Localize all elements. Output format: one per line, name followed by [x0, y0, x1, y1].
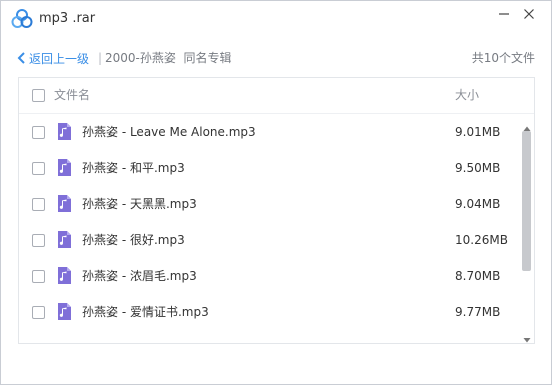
file-checkbox[interactable] — [32, 234, 45, 247]
file-checkbox[interactable] — [32, 126, 45, 139]
scrollbar-thumb[interactable] — [522, 131, 531, 271]
file-list-panel: 文件名 大小 孙燕姿 - Leave Me Alone.mp3 9.01MB 孙… — [18, 77, 535, 344]
close-icon — [524, 9, 534, 19]
breadcrumb-separator: | — [98, 51, 103, 65]
window-title: mp3 .rar — [39, 11, 96, 26]
file-name: 孙燕姿 - 和平.mp3 — [82, 161, 185, 175]
close-button[interactable] — [518, 3, 540, 25]
music-file-icon — [57, 231, 71, 248]
file-list: 孙燕姿 - Leave Me Alone.mp3 9.01MB 孙燕姿 - 和平… — [19, 114, 519, 343]
title-bar: mp3 .rar — [1, 1, 551, 37]
minimize-icon — [499, 13, 509, 15]
scroll-down-arrow-icon[interactable] — [523, 329, 531, 343]
file-size: 9.50MB — [455, 161, 501, 175]
file-count: 共10个文件 — [471, 51, 535, 65]
back-to-parent-link[interactable]: 返回上一级 — [17, 49, 89, 67]
file-size: 9.04MB — [455, 197, 501, 211]
minimize-button[interactable] — [493, 3, 515, 25]
file-name: 孙燕姿 - 浓眉毛.mp3 — [82, 269, 197, 283]
cloud-drive-logo-icon — [11, 8, 33, 30]
file-checkbox[interactable] — [32, 270, 45, 283]
file-checkbox[interactable] — [32, 306, 45, 319]
select-all-checkbox[interactable] — [32, 89, 45, 102]
chevron-left-icon — [17, 52, 25, 64]
column-header-size: 大小 — [455, 88, 480, 102]
file-name: 孙燕姿 - 爱情证书.mp3 — [82, 305, 209, 319]
column-header-name: 文件名 — [54, 88, 91, 102]
navigation-bar: 返回上一级 | 2000-孙燕姿 同名专辑 共10个文件 — [1, 37, 551, 77]
file-name: 孙燕姿 - Leave Me Alone.mp3 — [82, 125, 256, 139]
file-name: 孙燕姿 - 天黑黑.mp3 — [82, 197, 197, 211]
music-file-icon — [57, 123, 71, 140]
music-file-icon — [57, 303, 71, 320]
file-size: 9.77MB — [455, 305, 501, 319]
list-header: 文件名 大小 — [19, 78, 534, 114]
music-file-icon — [57, 195, 71, 212]
file-row[interactable]: 孙燕姿 - 爱情证书.mp3 9.77MB — [19, 294, 519, 330]
file-size: 9.01MB — [455, 125, 501, 139]
music-file-icon — [57, 159, 71, 176]
file-checkbox[interactable] — [32, 198, 45, 211]
file-row[interactable]: 孙燕姿 - Leave Me Alone.mp3 9.01MB — [19, 114, 519, 150]
vertical-scrollbar[interactable] — [520, 114, 534, 343]
file-checkbox[interactable] — [32, 162, 45, 175]
file-size: 8.70MB — [455, 269, 501, 283]
file-row[interactable]: 孙燕姿 - 很好.mp3 10.26MB — [19, 222, 519, 258]
file-row[interactable]: 孙燕姿 - 和平.mp3 9.50MB — [19, 150, 519, 186]
file-preview-window: mp3 .rar 返回上一级 | 2000-孙燕姿 同名专辑 共10个文件 文件 — [0, 0, 552, 385]
file-row[interactable]: 孙燕姿 - 天黑黑.mp3 9.04MB — [19, 186, 519, 222]
music-file-icon — [57, 267, 71, 284]
file-size: 10.26MB — [455, 233, 508, 247]
current-folder-name: 2000-孙燕姿 同名专辑 — [105, 51, 232, 65]
back-link-label: 返回上一级 — [29, 51, 90, 66]
file-name: 孙燕姿 - 很好.mp3 — [82, 233, 185, 247]
file-row[interactable]: 孙燕姿 - 浓眉毛.mp3 8.70MB — [19, 258, 519, 294]
scroll-up-arrow-icon[interactable] — [523, 118, 531, 131]
